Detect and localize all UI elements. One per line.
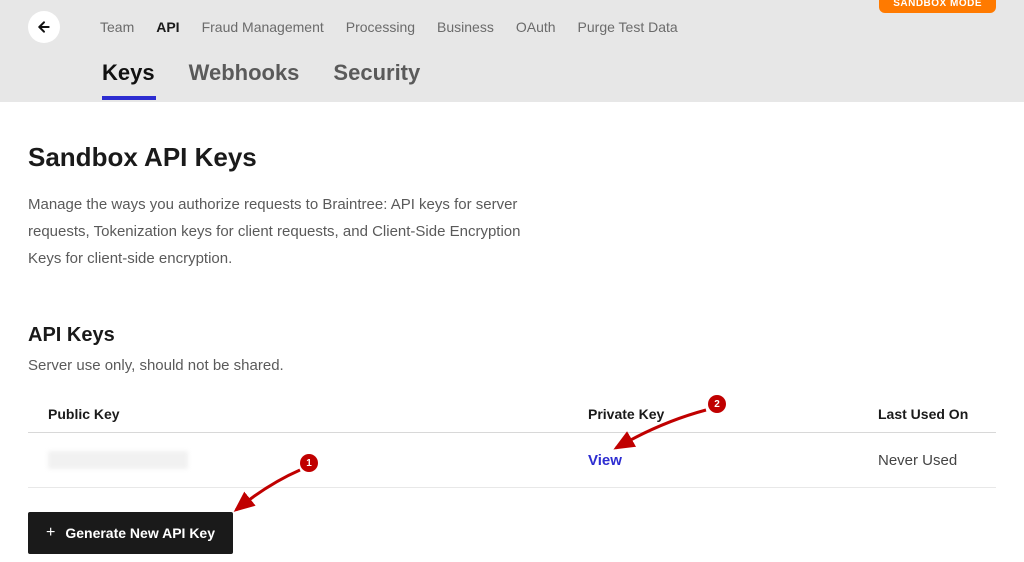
- api-keys-subtitle: Server use only, should not be shared.: [28, 357, 996, 374]
- back-button[interactable]: [28, 11, 60, 43]
- nav-business[interactable]: Business: [437, 19, 494, 35]
- nav-team[interactable]: Team: [100, 19, 134, 35]
- tab-webhooks[interactable]: Webhooks: [189, 60, 300, 86]
- arrow-left-icon: [36, 19, 52, 35]
- main-content: Sandbox API Keys Manage the ways you aut…: [0, 102, 1024, 554]
- page-description: Manage the ways you authorize requests t…: [28, 191, 548, 272]
- tab-keys[interactable]: Keys: [102, 60, 155, 86]
- sandbox-mode-badge: SANDBOX MODE: [879, 0, 996, 13]
- page-title: Sandbox API Keys: [28, 142, 996, 173]
- top-bar: SANDBOX MODE Team API Fraud Management P…: [0, 0, 1024, 102]
- nav-oauth[interactable]: OAuth: [516, 19, 556, 35]
- nav-fraud-management[interactable]: Fraud Management: [202, 19, 324, 35]
- table-row: View Never Used: [28, 433, 996, 488]
- generate-button-label: Generate New API Key: [65, 525, 215, 541]
- sub-tabs: Keys Webhooks Security: [28, 46, 996, 102]
- nav-purge-test-data[interactable]: Purge Test Data: [578, 19, 678, 35]
- private-key-cell: View: [588, 452, 878, 469]
- plus-icon: +: [46, 524, 55, 542]
- api-keys-table: Public Key Private Key Last Used On View…: [28, 396, 996, 488]
- top-nav: Team API Fraud Management Processing Bus…: [28, 8, 996, 46]
- generate-new-api-key-button[interactable]: + Generate New API Key: [28, 512, 233, 554]
- api-keys-section-title: API Keys: [28, 324, 996, 347]
- view-private-key-link[interactable]: View: [588, 452, 622, 469]
- column-public-key: Public Key: [48, 406, 588, 422]
- table-header: Public Key Private Key Last Used On: [28, 396, 996, 433]
- nav-api[interactable]: API: [156, 19, 179, 35]
- annotation-arrow-2: [606, 404, 714, 454]
- public-key-cell: [48, 451, 588, 469]
- last-used-cell: Never Used: [878, 452, 976, 469]
- tab-security[interactable]: Security: [333, 60, 420, 86]
- nav-processing[interactable]: Processing: [346, 19, 415, 35]
- annotation-badge-2: 2: [708, 395, 726, 413]
- public-key-redacted: [48, 451, 188, 469]
- column-last-used: Last Used On: [878, 406, 976, 422]
- annotation-arrow-1: [228, 464, 306, 516]
- annotation-badge-1: 1: [300, 454, 318, 472]
